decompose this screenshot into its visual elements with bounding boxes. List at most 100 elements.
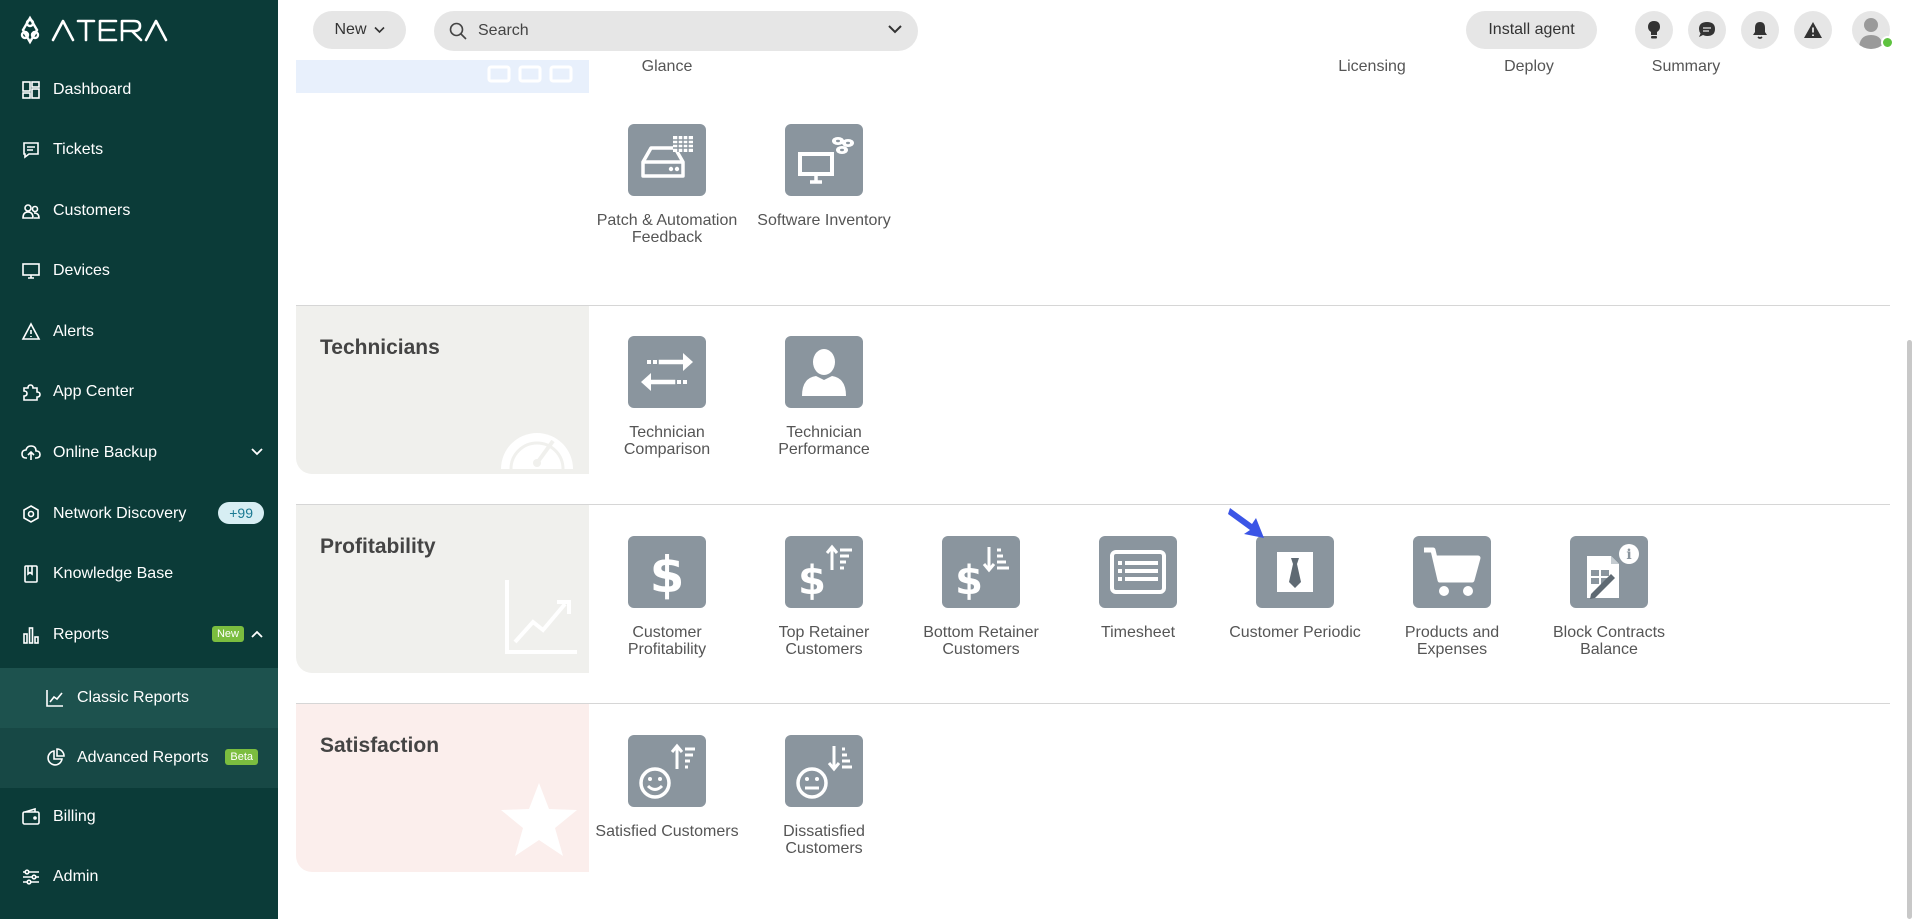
atera-logo[interactable] — [20, 14, 170, 46]
dashboard-icon — [20, 79, 42, 101]
smile-sort-up-icon — [628, 735, 706, 807]
new-button-label: New — [334, 21, 367, 38]
tile-label-licensing[interactable]: Licensing — [1297, 58, 1447, 76]
report-tile-software-inventory[interactable]: Software Inventory — [749, 124, 899, 229]
sidebar-item-app-center[interactable]: App Center — [0, 364, 278, 420]
top-bar: New Install agent — [278, 0, 1920, 60]
section-title-technicians: Technicians — [320, 336, 440, 359]
sidebar-item-advanced-reports[interactable]: Advanced Reports Beta — [0, 728, 278, 788]
chevron-up-icon[interactable] — [250, 627, 264, 641]
report-tile-patch-automation-feedback[interactable]: Patch & Automation Feedback — [592, 124, 742, 246]
timesheet-icon — [1099, 536, 1177, 608]
sidebar-item-tickets[interactable]: Tickets — [0, 122, 278, 178]
install-agent-label: Install agent — [1488, 21, 1575, 38]
sidebar-item-billing[interactable]: Billing — [0, 789, 278, 845]
dollar-sort-up-icon: $ — [785, 536, 863, 608]
sidebar-item-label: App Center — [53, 383, 134, 400]
sidebar-item-network-discovery[interactable]: Network Discovery +99 — [0, 486, 278, 542]
technicians-panel: Technicians — [296, 306, 589, 474]
report-tile-bottom-retainer-customers[interactable]: $ Bottom Retainer Customers — [906, 536, 1056, 658]
sidebar-item-knowledge-base[interactable]: Knowledge Base — [0, 546, 278, 602]
pie-chart-icon — [44, 747, 66, 769]
grid-deco-icon — [487, 64, 577, 89]
devices-panel — [296, 60, 589, 93]
sidebar-item-reports[interactable]: Reports New — [0, 607, 278, 663]
online-status-dot — [1881, 36, 1894, 49]
star-deco-icon — [499, 781, 579, 864]
search-input[interactable] — [478, 22, 858, 40]
tile-label-summary[interactable]: Summary — [1611, 58, 1761, 76]
sidebar-item-label: Online Backup — [53, 444, 158, 461]
sidebar-item-label: Reports — [53, 626, 110, 643]
warning-icon[interactable] — [1794, 11, 1832, 49]
svg-text:$: $ — [955, 558, 983, 602]
pointer-arrow-icon — [1228, 508, 1264, 538]
tie-icon — [1256, 536, 1334, 608]
new-badge: New — [211, 626, 244, 642]
lightbulb-icon[interactable] — [1635, 11, 1673, 49]
chevron-down-icon[interactable] — [250, 445, 264, 459]
line-chart-icon — [44, 687, 66, 709]
sidebar-item-classic-reports[interactable]: Classic Reports — [0, 668, 278, 728]
section-devices — [296, 60, 1890, 305]
report-tile-dissatisfied-customers[interactable]: Dissatisfied Customers — [749, 735, 899, 857]
vertical-scrollbar[interactable] — [1907, 340, 1912, 919]
sidebar-item-label: Admin — [53, 868, 99, 885]
search-icon — [449, 22, 467, 40]
section-satisfaction: Satisfaction — [296, 704, 1890, 872]
report-tile-block-contracts-balance[interactable]: i Block Contracts Balance — [1534, 536, 1684, 658]
search-box[interactable] — [434, 11, 918, 51]
monitor-software-icon — [785, 124, 863, 196]
sidebar: Dashboard Tickets Customers Devices Aler… — [0, 0, 278, 919]
sidebar-item-label: Dashboard — [53, 81, 132, 98]
dollar-sort-down-icon: $ — [942, 536, 1020, 608]
cart-icon — [1413, 536, 1491, 608]
report-tile-customer-profitability[interactable]: $ Customer Profitability — [592, 536, 742, 658]
sliders-icon — [20, 866, 42, 888]
report-tile-products-and-expenses[interactable]: Products and Expenses — [1377, 536, 1527, 658]
report-tile-satisfied-customers[interactable]: Satisfied Customers — [592, 735, 742, 840]
tile-label-deploy[interactable]: Deploy — [1454, 58, 1604, 76]
hard-drive-table-icon — [628, 124, 706, 196]
svg-text:i: i — [1626, 547, 1631, 563]
monitor-icon — [20, 260, 42, 282]
logo-icon — [20, 15, 168, 45]
sidebar-item-dashboard[interactable]: Dashboard — [0, 62, 278, 118]
bell-icon[interactable] — [1741, 11, 1779, 49]
puzzle-icon — [20, 381, 42, 403]
section-title-satisfaction: Satisfaction — [320, 734, 440, 757]
chevron-down-icon[interactable] — [888, 24, 902, 34]
profitability-panel: Profitability — [296, 505, 589, 673]
sidebar-item-devices[interactable]: Devices — [0, 243, 278, 299]
report-tile-timesheet[interactable]: Timesheet — [1063, 536, 1213, 641]
satisfaction-panel: Satisfaction — [296, 704, 589, 872]
chat-icon[interactable] — [1688, 11, 1726, 49]
beta-badge: Beta — [225, 749, 258, 765]
sidebar-item-admin[interactable]: Admin — [0, 849, 278, 905]
install-agent-button[interactable]: Install agent — [1466, 11, 1597, 49]
sidebar-item-label: Customers — [53, 202, 131, 219]
tile-label-glance[interactable]: Glance — [592, 58, 742, 76]
wallet-icon — [20, 806, 42, 828]
report-tile-technician-performance[interactable]: Technician Performance — [749, 336, 899, 458]
section-technicians: Technicians — [296, 306, 1890, 474]
report-tile-technician-comparison[interactable]: Technician Comparison — [592, 336, 742, 458]
person-icon — [785, 336, 863, 408]
arrows-swap-icon — [628, 336, 706, 408]
chevron-down-icon — [373, 26, 385, 34]
sidebar-item-label: Advanced Reports — [77, 749, 209, 766]
sidebar-item-customers[interactable]: Customers — [0, 183, 278, 239]
sidebar-item-label: Network Discovery — [53, 505, 187, 522]
book-icon — [20, 563, 42, 585]
sidebar-item-label: Classic Reports — [77, 689, 190, 706]
contract-info-icon: i — [1570, 536, 1648, 608]
sidebar-item-online-backup[interactable]: Online Backup — [0, 425, 278, 481]
count-badge: +99 — [218, 502, 264, 524]
report-tile-customer-periodic[interactable]: Customer Periodic — [1220, 536, 1370, 641]
reports-content: Glance Licensing Deploy Summary Patch & … — [278, 58, 1920, 919]
new-button[interactable]: New — [313, 11, 406, 49]
sidebar-item-label: Tickets — [53, 141, 104, 158]
report-tile-top-retainer-customers[interactable]: $ Top Retainer Customers — [749, 536, 899, 658]
sidebar-item-alerts[interactable]: Alerts — [0, 304, 278, 360]
alert-triangle-icon — [20, 321, 42, 343]
